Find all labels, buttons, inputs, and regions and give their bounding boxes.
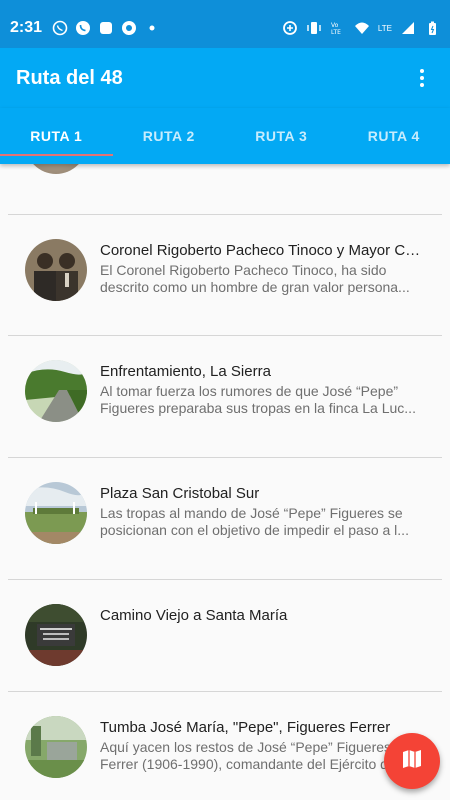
map-fab-button[interactable]: [384, 733, 440, 789]
vibrate-icon: [306, 20, 322, 36]
system-icons: Vo LTE LTE: [282, 20, 440, 36]
app-title: Ruta del 48: [16, 66, 123, 89]
road-landscape-thumbnail: [25, 360, 87, 422]
item-description: Las tropas al mando de José “Pepe” Figue…: [100, 505, 409, 538]
plaque-thumbnail: [25, 604, 87, 666]
app-bar: Ruta del 48: [0, 48, 450, 108]
item-title: Enfrentamiento, La Sierra: [100, 363, 271, 380]
network-type-label: LTE: [377, 23, 392, 33]
map-icon: [400, 747, 424, 776]
notification-icons: [52, 20, 160, 36]
whatsapp-icon: [52, 20, 68, 36]
more-vert-icon[interactable]: [410, 66, 434, 90]
volte-icon: Vo LTE: [330, 20, 346, 36]
list-item[interactable]: Enfrentamiento, La Sierra Al tomar fuerz…: [0, 336, 450, 456]
dot-icon: [144, 20, 160, 36]
messenger-icon: [98, 20, 114, 36]
chrome-icon: [121, 20, 137, 36]
data-saver-icon: [282, 20, 298, 36]
tab-ruta-2[interactable]: RUTA 2: [113, 108, 226, 164]
tab-bar: RUTA 1 RUTA 2 RUTA 3 RUTA 4: [0, 108, 450, 164]
wifi-icon: [354, 20, 370, 36]
viber-icon: [75, 20, 91, 36]
portrait-thumbnail: [25, 239, 87, 301]
item-description: Aquí yacen los restos de José “Pepe” Fig…: [100, 739, 396, 772]
item-description: El Coronel Rigoberto Pacheco Tinoco, ha …: [100, 262, 410, 295]
partial-thumbnail: [25, 164, 87, 174]
svg-text:LTE: LTE: [331, 29, 341, 36]
battery-icon: [424, 20, 440, 36]
tab-ruta-1[interactable]: RUTA 1: [0, 108, 113, 164]
status-time: 2:31: [10, 19, 43, 36]
item-title: Coronel Rigoberto Pacheco Tinoco y Mayor…: [100, 242, 426, 259]
list-item[interactable]: Camino Viejo a Santa María: [0, 580, 450, 700]
item-title: Plaza San Cristobal Sur: [100, 485, 260, 502]
tab-ruta-4[interactable]: RUTA 4: [338, 108, 450, 164]
item-description: Al tomar fuerza los rumores de que José …: [100, 383, 416, 416]
field-thumbnail: [25, 482, 87, 544]
item-title: Tumba José María, "Pepe", Figueres Ferre…: [100, 719, 391, 736]
route-list[interactable]: Coronel Rigoberto Pacheco Tinoco y Mayor…: [0, 164, 450, 800]
list-item[interactable]: Tumba José María, "Pepe", Figueres Ferre…: [0, 692, 450, 800]
item-title: Camino Viejo a Santa María: [100, 607, 288, 624]
svg-text:Vo: Vo: [331, 22, 339, 29]
list-item[interactable]: Plaza San Cristobal Sur Las tropas al ma…: [0, 458, 450, 578]
tomb-thumbnail: [25, 716, 87, 778]
signal-icon: [400, 20, 416, 36]
list-item[interactable]: Coronel Rigoberto Pacheco Tinoco y Mayor…: [0, 215, 450, 335]
tab-ruta-3[interactable]: RUTA 3: [225, 108, 338, 164]
